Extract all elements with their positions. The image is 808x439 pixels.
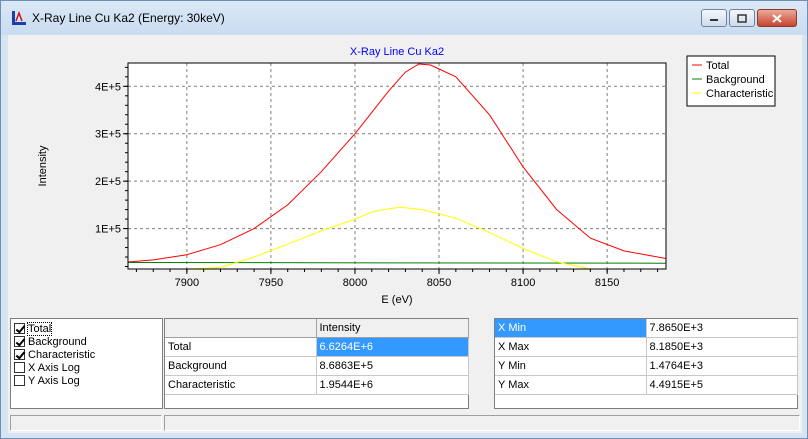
option-row[interactable]: Total [14, 321, 53, 336]
legend-label: Characteristic [706, 88, 774, 100]
checkbox[interactable] [14, 323, 25, 334]
table-row[interactable]: Total 6.6264E+6 [165, 337, 469, 357]
y-tick-label: 1E+5 [95, 224, 121, 236]
table-row[interactable]: Y Min 1.4764E+3 [495, 356, 798, 376]
x-tick-label: 8100 [511, 277, 535, 289]
row-value[interactable]: 4.4915E+5 [646, 375, 798, 395]
intensity-table: Intensity Total 6.6264E+6 Background 8.6… [164, 318, 469, 409]
option-row[interactable]: X Axis Log [14, 361, 80, 374]
option-row[interactable]: Background [14, 335, 87, 348]
row-value[interactable]: 8.6863E+5 [316, 356, 469, 376]
checkbox[interactable] [14, 336, 25, 347]
checkbox[interactable] [14, 375, 25, 386]
y-tick-label: 4E+5 [95, 81, 121, 93]
row-value[interactable]: 1.4764E+3 [646, 356, 798, 376]
plot-area[interactable] [128, 63, 666, 269]
table-header-row: Intensity [165, 319, 469, 338]
table-row[interactable]: Background 8.6863E+5 [165, 356, 469, 376]
chart-title: X-Ray Line Cu Ka2 [350, 46, 444, 58]
checkbox-label: Background [28, 335, 87, 348]
xray-line-chart[interactable]: 7900 7950 8000 8050 8100 8150 1E+5 2E+5 3E+5 4E+5… [8, 35, 802, 315]
bottom-panel: Total Background Characteristic X Axis Log Y… [8, 317, 802, 409]
client-area: 7900 7950 8000 8050 8100 8150 1E+5 2E+5 3E+5 4E+5… [8, 35, 802, 433]
row-name[interactable]: Y Max [495, 375, 647, 395]
x-tick-label: 7900 [175, 277, 199, 289]
window-controls [699, 9, 797, 29]
x-tick-label: 8050 [427, 277, 451, 289]
series-line-background [127, 262, 667, 264]
chart-panel: 7900 7950 8000 8050 8100 8150 1E+5 2E+5 3E+5 4E+5… [8, 35, 802, 315]
close-button[interactable] [757, 9, 797, 27]
status-cell-left [10, 415, 162, 431]
header-corner-cell [165, 319, 317, 338]
option-row[interactable]: Characteristic [14, 348, 95, 361]
row-name[interactable]: Total [165, 337, 317, 357]
y-tick-label: 3E+5 [95, 129, 121, 141]
table-row[interactable]: X Min 7.8650E+3 [495, 319, 798, 338]
table-row[interactable]: Y Max 4.4915E+5 [495, 375, 798, 395]
row-name[interactable]: Background [165, 356, 317, 376]
range-table: X Min 7.8650E+3 X Max 8.1850E+3 Y Min 1.… [494, 318, 798, 409]
window-title: X-Ray Line Cu Ka2 (Energy: 30keV) [32, 11, 225, 25]
app-window: X-Ray Line Cu Ka2 (Energy: 30keV) 7900 79… [0, 0, 808, 439]
x-axis-label: E (eV) [381, 294, 412, 306]
maximize-icon [737, 13, 747, 23]
row-name[interactable]: Characteristic [165, 375, 317, 395]
checkbox-label: Characteristic [28, 348, 96, 361]
option-row[interactable]: Y Axis Log [14, 374, 80, 387]
row-name[interactable]: X Max [495, 337, 647, 357]
x-tick-label: 8000 [343, 277, 367, 289]
row-value[interactable]: 8.1850E+3 [646, 337, 798, 357]
row-value[interactable]: 7.8650E+3 [646, 319, 798, 338]
row-value[interactable]: 6.6264E+6 [316, 337, 469, 357]
minimize-button[interactable] [701, 9, 727, 27]
close-icon [772, 13, 782, 23]
title-bar[interactable]: X-Ray Line Cu Ka2 (Energy: 30keV) [1, 1, 807, 35]
row-name[interactable]: Y Min [495, 356, 647, 376]
status-bar [8, 413, 802, 433]
checkbox-label: Y Axis Log [28, 374, 80, 387]
minimize-icon [710, 19, 718, 21]
row-value[interactable]: 1.9544E+6 [316, 375, 469, 395]
table-row[interactable]: Characteristic 1.9544E+6 [165, 375, 469, 395]
app-icon [12, 10, 26, 25]
status-cell-right [164, 415, 800, 431]
table-row[interactable]: X Max 8.1850E+3 [495, 337, 798, 357]
y-axis-label: Intensity [37, 145, 49, 186]
x-tick-label: 8150 [595, 277, 619, 289]
series-options-list: Total Background Characteristic X Axis Log Y… [10, 318, 163, 409]
legend-label: Total [706, 60, 729, 72]
legend-label: Background [706, 74, 765, 86]
row-name[interactable]: X Min [495, 319, 647, 338]
intensity-header[interactable]: Intensity [316, 319, 469, 338]
checkbox[interactable] [14, 362, 25, 373]
x-tick-label: 7950 [259, 277, 283, 289]
checkbox[interactable] [14, 349, 25, 360]
maximize-button[interactable] [729, 9, 755, 27]
checkbox-label: Total [26, 321, 53, 336]
checkbox-label: X Axis Log [28, 361, 80, 374]
y-tick-label: 2E+5 [95, 176, 121, 188]
